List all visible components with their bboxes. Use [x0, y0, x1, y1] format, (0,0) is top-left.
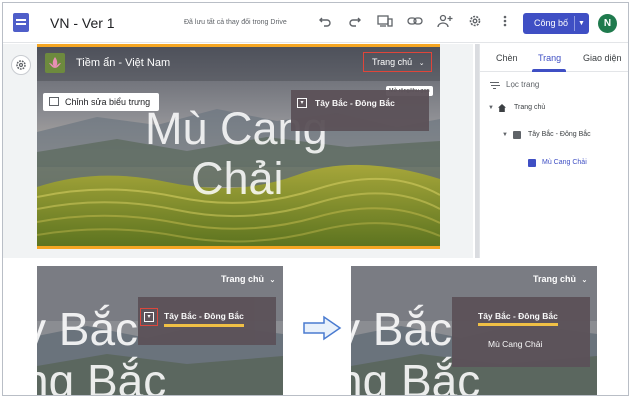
- nav-home-link[interactable]: Trang chủ ⌄: [221, 274, 275, 284]
- tab-pages[interactable]: Trang: [538, 53, 561, 63]
- undo-icon[interactable]: [316, 14, 334, 32]
- page-tree-item-mu-cang-chai[interactable]: Mù Cang Chải: [528, 157, 623, 169]
- illustration-after: y Bắc ng Bắc Trang chủ ⌄ Tây Bắc - Đông …: [351, 266, 597, 395]
- illustration-strip: y Bắc ng Bắc Trang chủ ⌄ ▾ Tây Bắc - Đôn…: [3, 259, 628, 396]
- page-tree-item-tay-bac[interactable]: ▼ Tây Bắc - Đông Bắc: [502, 129, 623, 141]
- nav-submenu: ▾ Tây Bắc - Đông Bắc: [291, 90, 429, 131]
- page-tree-label: Trang chủ: [514, 104, 546, 111]
- active-underline: [478, 323, 558, 326]
- edit-logo-label: Chỉnh sửa biểu trưng: [65, 97, 151, 107]
- arrow-right-icon: [303, 315, 342, 341]
- header-settings-icon[interactable]: [11, 55, 31, 75]
- more-icon[interactable]: [496, 14, 514, 32]
- home-icon: [498, 104, 506, 112]
- settings-icon[interactable]: [466, 14, 484, 32]
- hero-text-fragment: ng Bắc: [37, 355, 167, 396]
- expand-toggle-icon[interactable]: ▾: [144, 312, 154, 322]
- site-nav-bar: Tiềm ẩn - Việt Nam Trang chủ ⌄: [37, 47, 440, 81]
- chevron-down-icon: ⌄: [269, 277, 276, 284]
- chevron-down-icon: ⌄: [581, 277, 588, 284]
- filter-pages-input[interactable]: Lọc trang: [488, 77, 622, 93]
- image-icon: [49, 97, 59, 106]
- avatar[interactable]: N: [598, 14, 617, 33]
- filter-placeholder: Lọc trang: [506, 80, 540, 89]
- chevron-down-icon: ⌄: [418, 60, 425, 67]
- right-panel: Chèn Trang Giao diện Lọc trang ▼ Trang c…: [479, 44, 628, 258]
- active-underline: [164, 324, 244, 327]
- hero-text-fragment: y Bắc: [351, 303, 453, 355]
- link-icon[interactable]: [406, 14, 424, 32]
- expand-toggle-icon[interactable]: ▾: [297, 98, 307, 108]
- tab-themes[interactable]: Giao diện: [583, 53, 622, 63]
- share-icon[interactable]: [436, 14, 454, 32]
- active-tab-indicator: [532, 69, 566, 72]
- sites-doc-icon: [13, 13, 29, 32]
- publish-button[interactable]: Công bố ▼: [523, 13, 589, 34]
- triangle-down-icon[interactable]: ▼: [488, 102, 494, 114]
- site-header-banner[interactable]: Tiềm ẩn - Việt Nam Trang chủ ⌄ Mở rộng/t…: [37, 44, 440, 249]
- nav-home-link[interactable]: Trang chủ ⌄: [533, 274, 587, 284]
- submenu-item-mu-cang-chai[interactable]: Mù Cang Chải: [488, 339, 542, 349]
- nav-home-label: Trang chủ: [221, 274, 265, 284]
- page-tree-label: Tây Bắc - Đông Bắc: [528, 131, 591, 138]
- edit-logo-button[interactable]: Chỉnh sửa biểu trưng: [43, 93, 159, 111]
- site-name[interactable]: Tiềm ẩn - Việt Nam: [76, 57, 170, 69]
- editor-area: Tiềm ẩn - Việt Nam Trang chủ ⌄ Mở rộng/t…: [3, 44, 473, 258]
- site-logo[interactable]: [45, 53, 65, 73]
- page-tree-label: Mù Cang Chải: [542, 159, 587, 166]
- page-tree-item-home[interactable]: ▼ Trang chủ: [488, 102, 623, 114]
- hero-title-line2: Chải: [191, 153, 284, 204]
- panel-tabs: Chèn Trang Giao diện: [480, 44, 628, 72]
- nav-submenu: ▾ Tây Bắc - Đông Bắc: [138, 297, 276, 345]
- publish-divider: [574, 16, 575, 31]
- screenshot-frame: VN - Ver 1 Đã lưu tất cả thay đổi trong …: [2, 2, 629, 396]
- page-icon: [528, 159, 536, 167]
- submenu-item-tay-bac[interactable]: Tây Bắc - Đông Bắc: [315, 98, 395, 108]
- nav-submenu-expanded: Tây Bắc - Đông Bắc Mù Cang Chải: [452, 297, 590, 367]
- save-status: Đã lưu tất cả thay đổi trong Drive: [184, 19, 287, 26]
- nav-home-label: Trang chủ: [533, 274, 577, 284]
- nav-home-link[interactable]: Trang chủ ⌄: [363, 52, 432, 72]
- redo-icon[interactable]: [346, 14, 364, 32]
- submenu-item-tay-bac[interactable]: Tây Bắc - Đông Bắc: [164, 311, 244, 321]
- top-bar: VN - Ver 1 Đã lưu tất cả thay đổi trong …: [3, 3, 628, 43]
- illustration-before: y Bắc ng Bắc Trang chủ ⌄ ▾ Tây Bắc - Đôn…: [37, 266, 283, 396]
- page-icon: [513, 131, 521, 139]
- filter-icon: [490, 82, 499, 89]
- caret-down-icon[interactable]: ▼: [578, 13, 585, 34]
- triangle-down-icon[interactable]: ▼: [502, 129, 508, 141]
- hero-text-fragment: y Bắc: [37, 303, 139, 355]
- nav-home-label: Trang chủ: [372, 57, 413, 67]
- tab-insert[interactable]: Chèn: [496, 53, 518, 63]
- publish-label: Công bố: [534, 18, 569, 28]
- doc-title[interactable]: VN - Ver 1: [50, 15, 115, 31]
- preview-icon[interactable]: [376, 14, 394, 32]
- submenu-item-tay-bac[interactable]: Tây Bắc - Đông Bắc: [478, 311, 558, 321]
